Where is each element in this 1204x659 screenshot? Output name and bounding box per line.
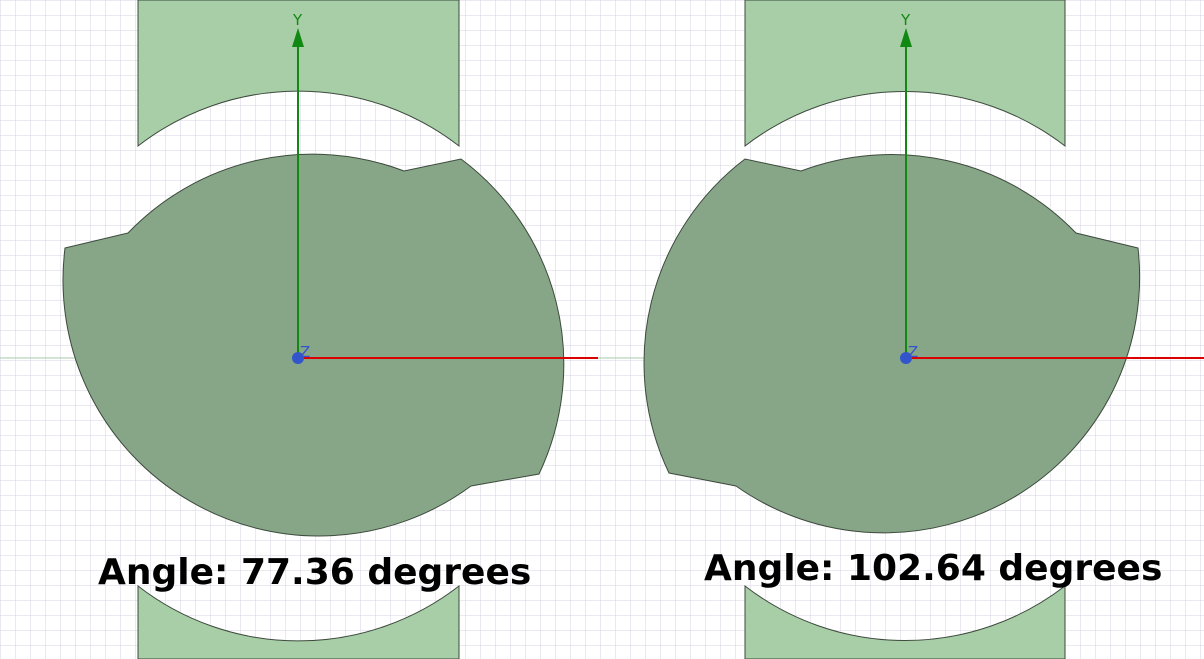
- angle-caption: Angle: 102.64 degrees: [704, 548, 1162, 589]
- z-axis-label: Z: [908, 343, 918, 361]
- angle-caption: Angle: 77.36 degrees: [98, 552, 531, 593]
- y-axis-label: Y: [900, 11, 911, 29]
- y-axis-label: Y: [292, 11, 303, 29]
- z-axis-label: Z: [300, 343, 310, 361]
- modeler-viewport[interactable]: Y Z Angle: 77.36 degrees Y Z Angle: 102.…: [0, 0, 1204, 659]
